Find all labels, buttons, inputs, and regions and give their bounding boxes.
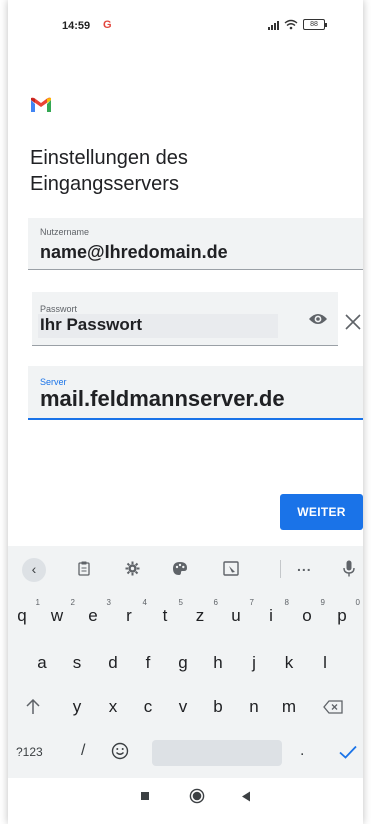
backspace-icon[interactable] (323, 700, 343, 714)
key-r[interactable]: r4 (119, 598, 147, 626)
password-field[interactable]: Passwort Ihr Passwort (32, 292, 338, 346)
key-z[interactable]: z6 (190, 598, 218, 626)
status-icons: 88 (268, 19, 327, 30)
status-bar: 14:59 G 88 (8, 18, 363, 38)
key-l[interactable]: l (315, 653, 335, 673)
more-options-icon[interactable]: ... (297, 558, 312, 574)
keyboard-back-chevron-icon[interactable]: ‹ (22, 558, 46, 582)
screenshot-crop-icon[interactable] (223, 561, 239, 576)
spacebar-key[interactable] (152, 740, 282, 766)
key-t[interactable]: t5 (155, 598, 183, 626)
theme-palette-icon[interactable] (172, 561, 188, 576)
gmail-logo-icon (31, 97, 51, 112)
server-field[interactable]: Server mail.feldmannserver.de (28, 366, 363, 420)
period-key[interactable]: . (300, 742, 304, 760)
settings-gear-icon[interactable] (125, 561, 140, 576)
signal-icon (268, 20, 279, 30)
password-label: Passwort (40, 304, 78, 314)
emoji-smiley-icon[interactable] (111, 742, 129, 760)
wifi-icon (284, 19, 298, 30)
password-value: Ihr Passwort (40, 315, 143, 334)
onscreen-keyboard: ‹ ... q 1 w 2 e 3 r 4 t 5 z 6 u 7 i 8 o … (8, 546, 363, 778)
show-password-eye-icon[interactable] (308, 312, 328, 326)
page-title-line2: Eingangsservers (30, 173, 179, 195)
slash-key[interactable]: / (81, 742, 85, 760)
server-value: mail.feldmannserver.de (40, 386, 285, 411)
phone-screen: 14:59 G 88 Einstellungen des Eingangsser… (8, 0, 363, 824)
back-triangle-icon[interactable] (241, 791, 251, 802)
key-m[interactable]: m (279, 697, 299, 717)
shift-arrow-up-icon[interactable] (26, 699, 40, 715)
system-navigation-bar (8, 778, 363, 824)
key-u[interactable]: u7 (226, 598, 254, 626)
key-d[interactable]: d (103, 653, 123, 673)
recents-square-icon[interactable] (140, 791, 150, 801)
key-n[interactable]: n (244, 697, 264, 717)
key-y[interactable]: y (67, 697, 87, 717)
status-time: 14:59 (62, 20, 91, 32)
battery-icon: 88 (303, 19, 327, 30)
key-w[interactable]: w2 (47, 598, 75, 626)
microphone-icon[interactable] (343, 560, 355, 577)
key-f[interactable]: f (138, 653, 158, 673)
username-field[interactable]: Nutzername name@Ihredomain.de (28, 218, 363, 270)
key-v[interactable]: v (173, 697, 193, 717)
home-circle-icon[interactable] (189, 788, 205, 804)
next-button[interactable]: WEITER (280, 494, 363, 530)
clipboard-icon[interactable] (78, 561, 90, 576)
key-o[interactable]: o9 (297, 598, 325, 626)
key-s[interactable]: s (67, 653, 87, 673)
toolbar-divider (280, 560, 281, 578)
google-notification-icon: G (103, 19, 112, 31)
page-title: Einstellungen des Eingangsservers (30, 145, 188, 197)
key-x[interactable]: x (103, 697, 123, 717)
key-k[interactable]: k (279, 653, 299, 673)
keyboard-toolbar: ‹ ... (8, 554, 363, 584)
key-h[interactable]: h (208, 653, 228, 673)
username-label: Nutzername (40, 227, 90, 237)
symbols-key[interactable]: ?123 (16, 745, 43, 759)
key-a[interactable]: a (32, 653, 52, 673)
enter-checkmark-icon[interactable] (339, 745, 357, 759)
username-value: name@Ihredomain.de (40, 242, 228, 262)
key-c[interactable]: c (138, 697, 158, 717)
clear-close-icon[interactable] (344, 313, 362, 331)
key-p[interactable]: p0 (332, 598, 360, 626)
key-b[interactable]: b (208, 697, 228, 717)
key-e[interactable]: e3 (83, 598, 111, 626)
page-title-line1: Einstellungen des (30, 147, 188, 169)
key-j[interactable]: j (244, 653, 264, 673)
key-i[interactable]: i8 (261, 598, 289, 626)
key-q[interactable]: q1 (12, 598, 40, 626)
key-g[interactable]: g (173, 653, 193, 673)
